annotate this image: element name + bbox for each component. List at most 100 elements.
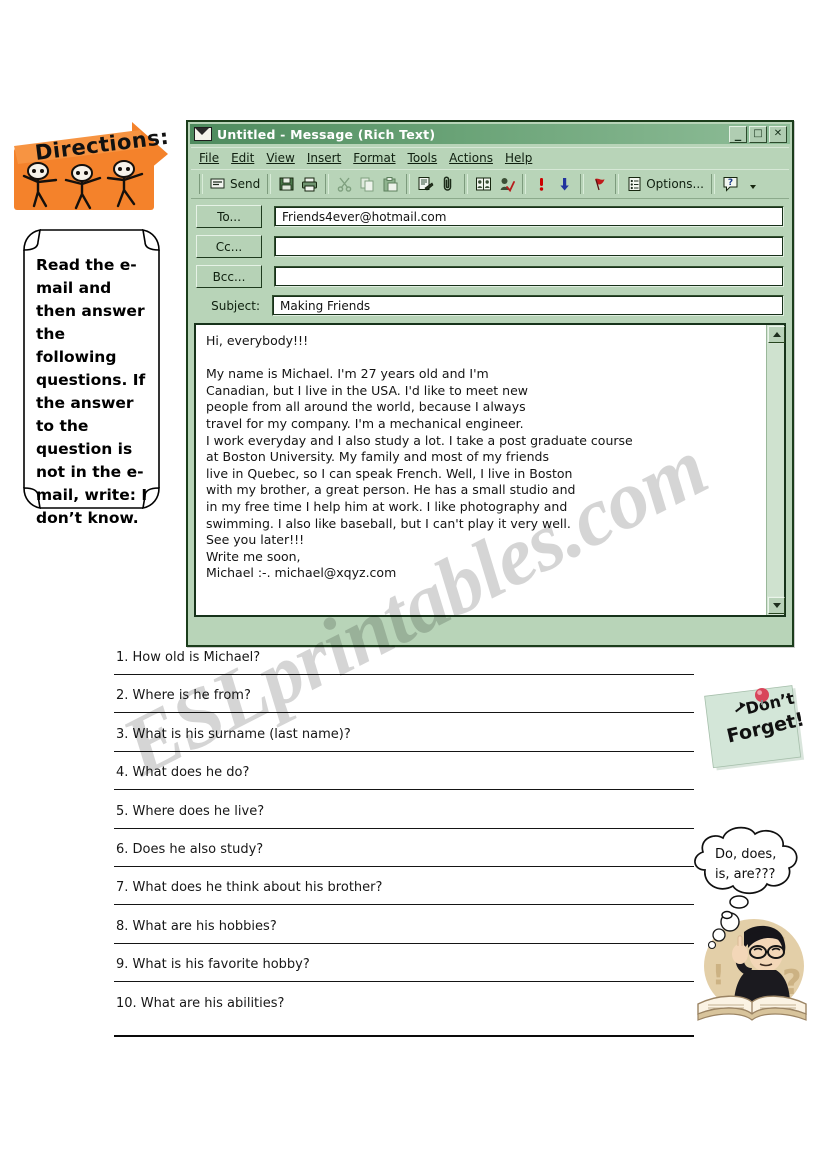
- menu-edit[interactable]: Edit: [231, 151, 254, 165]
- question-row: 10. What are his abilities?: [114, 996, 694, 1034]
- final-answer-line[interactable]: [114, 1035, 694, 1037]
- message-body-text[interactable]: Hi, everybody!!! My name is Michael. I'm…: [196, 325, 766, 615]
- bcc-input[interactable]: [274, 266, 784, 287]
- cc-row: Cc...: [196, 235, 784, 258]
- answer-line[interactable]: [114, 827, 694, 829]
- insert-file-button[interactable]: [414, 172, 437, 196]
- paste-button[interactable]: [379, 172, 402, 196]
- answer-line[interactable]: [114, 865, 694, 867]
- menubar: File Edit View Insert Format Tools Actio…: [191, 147, 789, 167]
- mail-compose-window: Untitled - Message (Rich Text) _ □ ✕ Fil…: [186, 120, 794, 647]
- questions-list: 1. How old is Michael? 2. Where is he fr…: [114, 650, 694, 1034]
- importance-low-icon: [560, 178, 570, 191]
- cut-button[interactable]: [333, 172, 356, 196]
- toolbar-separator-2: [325, 174, 330, 194]
- window-titlebar: Untitled - Message (Rich Text) _ □ ✕: [190, 124, 790, 144]
- menu-actions[interactable]: Actions: [449, 151, 493, 165]
- cc-button[interactable]: Cc...: [196, 235, 262, 258]
- help-button[interactable]: ?: [719, 172, 742, 196]
- subject-label: Subject:: [211, 298, 260, 313]
- window-controls: _ □ ✕: [729, 125, 788, 143]
- toolbar-grip: [199, 174, 203, 194]
- cc-input[interactable]: [274, 236, 784, 257]
- save-button[interactable]: [275, 172, 298, 196]
- check-names-button[interactable]: [495, 172, 518, 196]
- directions-text: Read the e-mail and then answer the foll…: [36, 256, 148, 527]
- paste-icon: [383, 177, 398, 192]
- menu-format-label: Format: [353, 150, 396, 165]
- thinking-man-with-book-icon: ! ? !: [697, 912, 807, 1021]
- close-button[interactable]: ✕: [769, 125, 787, 143]
- insert-file-icon: [418, 177, 434, 191]
- toolbar-overflow-button[interactable]: [742, 172, 765, 196]
- to-button[interactable]: To...: [196, 205, 262, 228]
- copy-button[interactable]: [356, 172, 379, 196]
- menu-format[interactable]: Format: [353, 151, 395, 165]
- address-book-icon: [476, 177, 492, 191]
- paperclip-attach-icon: [443, 176, 452, 191]
- answer-line[interactable]: [114, 674, 694, 675]
- bcc-row: Bcc...: [196, 265, 784, 288]
- answer-line[interactable]: [114, 904, 694, 906]
- importance-high-icon: [540, 178, 544, 191]
- menu-tools[interactable]: Tools: [408, 151, 438, 165]
- answer-line[interactable]: [114, 750, 694, 752]
- toolbar-separator-6: [580, 174, 585, 194]
- maximize-icon: □: [753, 127, 763, 139]
- menu-help[interactable]: Help: [505, 151, 532, 165]
- question-row: 2. Where is he from?: [114, 688, 694, 726]
- scroll-down-button[interactable]: [768, 597, 785, 614]
- send-button[interactable]: Send: [207, 172, 263, 196]
- attach-button[interactable]: [437, 172, 460, 196]
- menu-insert-label: Insert: [306, 150, 342, 165]
- message-body-scrollbar[interactable]: [766, 325, 785, 615]
- subject-input[interactable]: Making Friends: [272, 295, 784, 316]
- thought-bubble-graphic: Do, does, is, are???: [694, 826, 798, 920]
- toolbar-separator-3: [406, 174, 411, 194]
- question-text: 8. What are his hobbies?: [116, 918, 277, 934]
- answer-line[interactable]: [114, 789, 694, 791]
- bcc-button[interactable]: Bcc...: [196, 265, 262, 288]
- toolbar-overflow-chevron-icon: [749, 185, 756, 189]
- thought-bubble-line2: is, are???: [715, 867, 775, 882]
- to-row: To... Friends4ever@hotmail.com: [196, 205, 784, 228]
- answer-line[interactable]: [114, 942, 694, 944]
- sticky-note: Don’t Forget!: [702, 683, 814, 775]
- maximize-button[interactable]: □: [749, 125, 767, 143]
- worksheet-page: ESLprintables.com Direct: [0, 0, 821, 1169]
- scroll-up-button[interactable]: [768, 326, 785, 343]
- address-book-button[interactable]: [472, 172, 495, 196]
- menu-view-label: View: [266, 150, 295, 165]
- answer-line[interactable]: [114, 712, 694, 714]
- importance-high-button[interactable]: [530, 172, 553, 196]
- menu-edit-label: Edit: [231, 150, 255, 165]
- window-title: Untitled - Message (Rich Text): [217, 126, 436, 142]
- directions-banner-graphic: Directions:: [14, 122, 170, 210]
- menu-insert[interactable]: Insert: [307, 151, 341, 165]
- scrollbar-track[interactable]: [767, 344, 784, 596]
- to-input[interactable]: Friends4ever@hotmail.com: [274, 206, 784, 227]
- print-button[interactable]: [298, 172, 321, 196]
- toolbar-separator-5: [522, 174, 527, 194]
- flag-button[interactable]: [588, 172, 611, 196]
- menu-file[interactable]: File: [199, 151, 219, 165]
- minimize-button[interactable]: _: [729, 125, 747, 143]
- question-row: 8. What are his hobbies?: [114, 919, 694, 957]
- cut-scissors-icon: [337, 177, 352, 192]
- thought-bubble: Do, does, is, are???: [683, 822, 815, 922]
- options-button[interactable]: Options...: [623, 172, 707, 196]
- check-names-icon: [500, 178, 516, 192]
- flag-icon: [595, 178, 605, 191]
- question-text: 6. Does he also study?: [116, 841, 264, 857]
- help-icon: ?: [723, 177, 738, 192]
- menu-view[interactable]: View: [266, 151, 294, 165]
- question-row: 7. What does he think about his brother?: [114, 880, 694, 918]
- answer-line[interactable]: [114, 981, 694, 983]
- importance-low-button[interactable]: [553, 172, 576, 196]
- question-row: 5. Where does he live?: [114, 804, 694, 842]
- question-row: 4. What does he do?: [114, 765, 694, 803]
- options-label: Options...: [646, 177, 704, 191]
- svg-text:?: ?: [728, 178, 733, 188]
- question-text: 7. What does he think about his brother?: [116, 880, 383, 896]
- directions-banner: Directions:: [12, 118, 170, 218]
